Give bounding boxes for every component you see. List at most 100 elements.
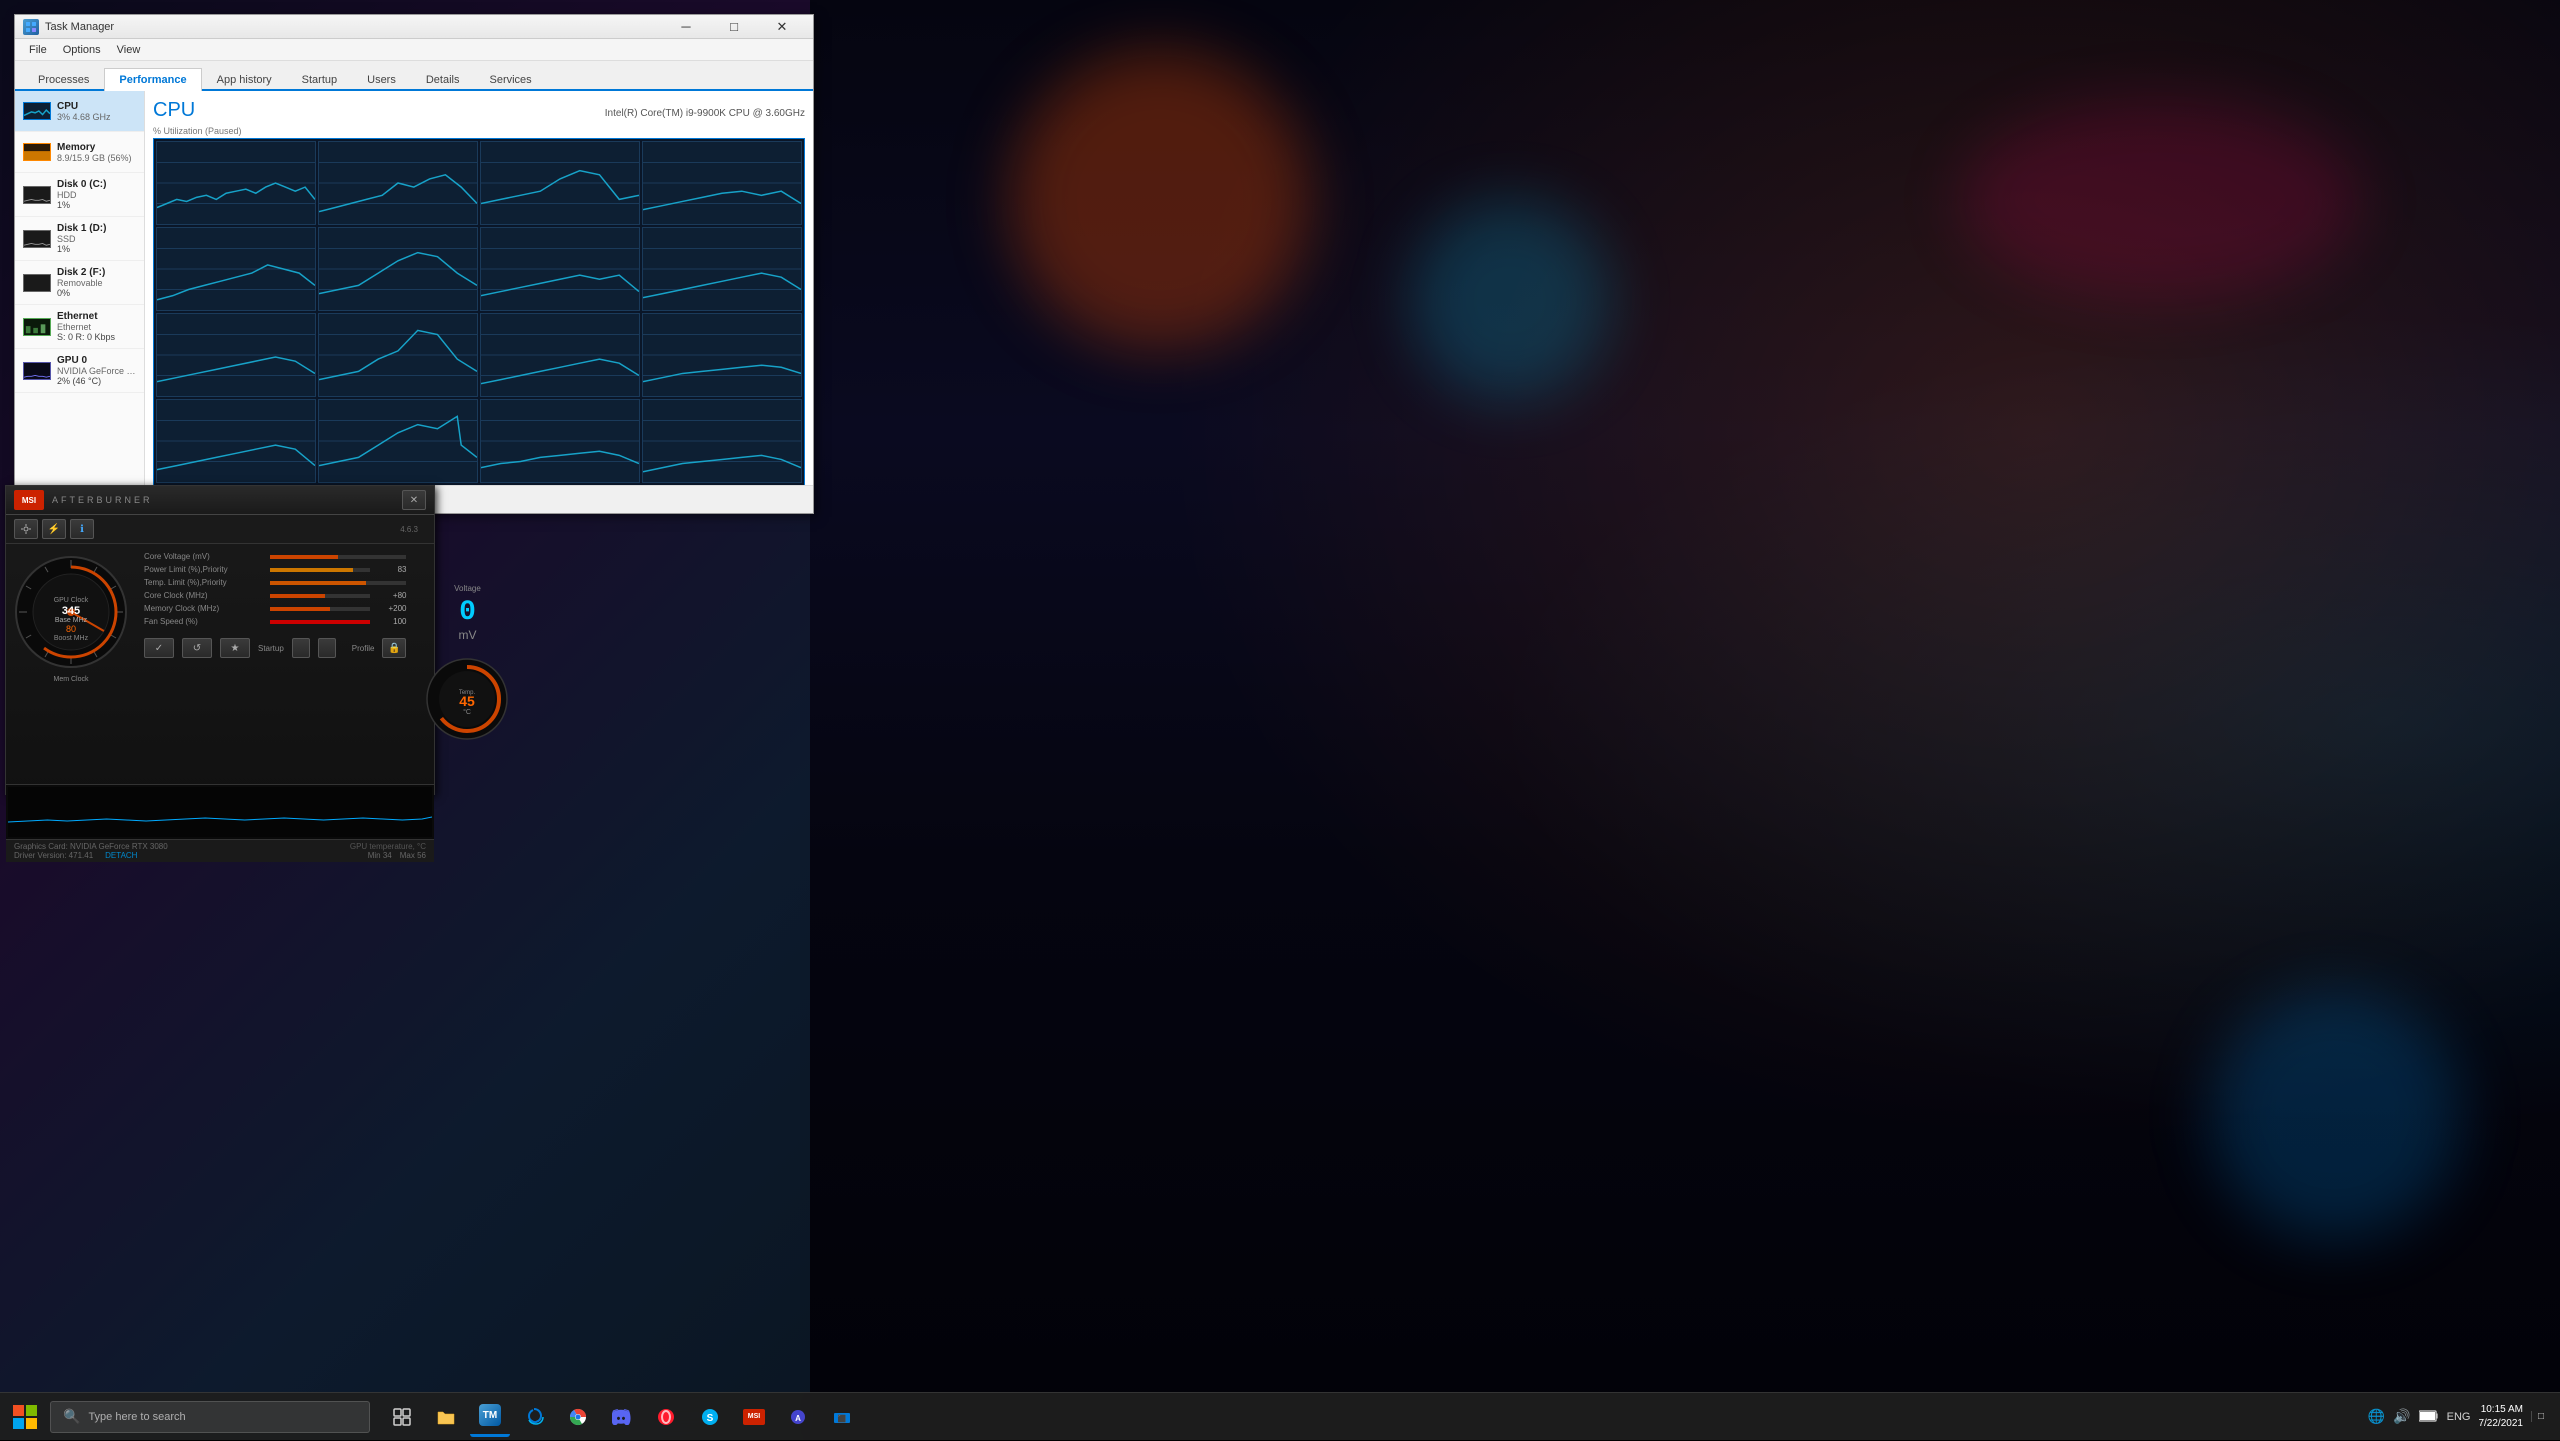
apply-button[interactable]: ✓ <box>144 638 174 658</box>
cpu-core-graph-16 <box>642 399 802 483</box>
disk0-icon <box>23 181 51 209</box>
cpu-graphs-grid <box>153 138 805 485</box>
taskbar-opera[interactable] <box>646 1397 686 1437</box>
profile-lock[interactable]: 🔒 <box>382 638 406 658</box>
language-indicator[interactable]: ENG <box>2447 1411 2471 1423</box>
taskbar-edge[interactable] <box>514 1397 554 1437</box>
cpu-core-graph-10 <box>318 313 478 397</box>
core-clock-value: +80 <box>376 591 406 600</box>
voltage-unit: mV <box>458 628 476 642</box>
tab-app-history[interactable]: App history <box>202 68 287 91</box>
clock-date: 7/22/2021 <box>2478 1417 2523 1431</box>
gpu-info: GPU 0 NVIDIA GeForce R... 2% (46 °C) <box>57 355 136 386</box>
cpu-core-graph-6 <box>318 227 478 311</box>
gauges-panel: GPU Clock 345 Base MHz 80 Boost MHz Mem … <box>6 544 136 784</box>
taskbar: 🔍 Type here to search TM <box>0 1392 2560 1440</box>
memory-mini-graph <box>23 138 51 166</box>
cpu-core-graph-9 <box>156 313 316 397</box>
action-buttons: ✓ ↺ ★ Startup Profile 🔒 <box>144 638 406 658</box>
tab-processes[interactable]: Processes <box>23 68 104 91</box>
cpu-core-graph-3 <box>480 141 640 225</box>
startup-icon[interactable] <box>318 638 336 658</box>
show-desktop[interactable]: □ <box>2531 1411 2544 1422</box>
title-bar[interactable]: Task Manager ─ □ ✕ <box>15 15 813 39</box>
core-clock-slider[interactable] <box>270 594 370 598</box>
menu-file[interactable]: File <box>21 41 55 59</box>
clock-time: 10:15 AM <box>2478 1403 2523 1417</box>
taskbar-task-view[interactable] <box>382 1397 422 1437</box>
ab-settings-btn[interactable] <box>14 519 38 539</box>
ab-info-btn[interactable]: ℹ <box>70 519 94 539</box>
menu-view[interactable]: View <box>109 41 149 59</box>
cpu-core-graph-14 <box>318 399 478 483</box>
cpu-util-label: % Utilization (Paused) <box>153 126 805 136</box>
sidebar-item-disk2[interactable]: Disk 2 (F:) Removable 0% <box>15 261 144 305</box>
bottom-graph <box>6 784 434 839</box>
core-voltage-row: Core Voltage (mV) <box>144 552 406 561</box>
graphics-card-label: Graphics Card: NVIDIA GeForce RTX 3080 <box>14 842 168 851</box>
taskbar-other-1[interactable]: A <box>778 1397 818 1437</box>
disk0-info: Disk 0 (C:) HDD 1% <box>57 179 136 210</box>
cpu-core-graph-15 <box>480 399 640 483</box>
taskbar-msi[interactable]: MSI <box>734 1397 774 1437</box>
memory-clock-slider[interactable] <box>270 607 370 611</box>
profile-label: Profile <box>352 644 375 653</box>
sidebar-item-ethernet[interactable]: Ethernet Ethernet S: 0 R: 0 Kbps <box>15 305 144 349</box>
taskbar-file-explorer[interactable] <box>426 1397 466 1437</box>
cpu-model: Intel(R) Core(TM) i9-9900K CPU @ 3.60GHz <box>605 108 805 119</box>
core-voltage-slider[interactable] <box>270 555 406 559</box>
reset-button[interactable]: ↺ <box>182 638 212 658</box>
temp-limit-row: Temp. Limit (%),Priority <box>144 578 406 587</box>
sidebar-item-cpu[interactable]: CPU 3% 4.68 GHz <box>15 91 144 132</box>
fan-speed-slider[interactable] <box>270 620 370 624</box>
cpu-mini-graph <box>23 97 51 125</box>
taskbar-discord[interactable] <box>602 1397 642 1437</box>
afterburner-title: AFTERBURNER <box>52 495 153 505</box>
taskbar-other-2[interactable]: ⬛ <box>822 1397 862 1437</box>
svg-text:345: 345 <box>62 605 80 617</box>
ab-close-btn[interactable]: ✕ <box>402 490 426 510</box>
maximize-button[interactable]: □ <box>711 15 757 39</box>
network-icon[interactable]: 🌐 <box>2368 1408 2385 1425</box>
ab-lightning-btn[interactable]: ⚡ <box>42 519 66 539</box>
sidebar-item-disk1[interactable]: Disk 1 (D:) SSD 1% <box>15 217 144 261</box>
svg-text:S: S <box>707 1413 714 1424</box>
sidebar-item-disk0[interactable]: Disk 0 (C:) HDD 1% <box>15 173 144 217</box>
temp-limit-label: Temp. Limit (%),Priority <box>144 578 264 587</box>
tab-details[interactable]: Details <box>411 68 475 91</box>
temp-limit-slider[interactable] <box>270 581 406 585</box>
power-limit-slider[interactable] <box>270 568 370 572</box>
taskbar-skype[interactable]: S <box>690 1397 730 1437</box>
temp-max-label: Max 56 <box>400 851 426 860</box>
temp-gauge: Temp. 45 °C <box>422 654 512 744</box>
taskbar-chrome[interactable] <box>558 1397 598 1437</box>
afterburner-header: MSI AFTERBURNER ✕ <box>6 486 434 515</box>
sidebar-item-gpu[interactable]: GPU 0 NVIDIA GeForce R... 2% (46 °C) <box>15 349 144 393</box>
gpu-clock-gauge: GPU Clock 345 Base MHz 80 Boost MHz <box>11 552 131 672</box>
controls-panel: Core Voltage (mV) Power Limit (%),Priori… <box>136 544 414 784</box>
tab-users[interactable]: Users <box>352 68 411 91</box>
tab-startup[interactable]: Startup <box>287 68 352 91</box>
power-limit-label: Power Limit (%),Priority <box>144 565 264 574</box>
tab-performance[interactable]: Performance <box>104 68 201 91</box>
start-button[interactable] <box>0 1393 50 1441</box>
menu-options[interactable]: Options <box>55 41 109 59</box>
detach-link[interactable]: DETACH <box>105 851 137 860</box>
taskbar-icons: TM <box>382 1397 862 1437</box>
sidebar-item-memory[interactable]: Memory 8.9/15.9 GB (56%) <box>15 132 144 173</box>
volume-icon[interactable]: 🔊 <box>2393 1408 2410 1425</box>
fan-speed-row: Fan Speed (%) 100 <box>144 617 406 626</box>
system-clock[interactable]: 10:15 AM 7/22/2021 <box>2478 1403 2523 1431</box>
minimize-button[interactable]: ─ <box>663 15 709 39</box>
close-button[interactable]: ✕ <box>759 15 805 39</box>
taskbar-task-manager[interactable]: TM <box>470 1397 510 1437</box>
cpu-core-graph-5 <box>156 227 316 311</box>
tab-services[interactable]: Services <box>474 68 546 91</box>
menu-bar: File Options View <box>15 39 813 61</box>
disk2-info: Disk 2 (F:) Removable 0% <box>57 267 136 298</box>
profile-button[interactable]: ★ <box>220 638 250 658</box>
search-bar[interactable]: 🔍 Type here to search <box>50 1401 370 1433</box>
startup-toggle[interactable] <box>292 638 310 658</box>
window-title: Task Manager <box>45 21 663 33</box>
fan-speed-value: 100 <box>376 617 406 626</box>
